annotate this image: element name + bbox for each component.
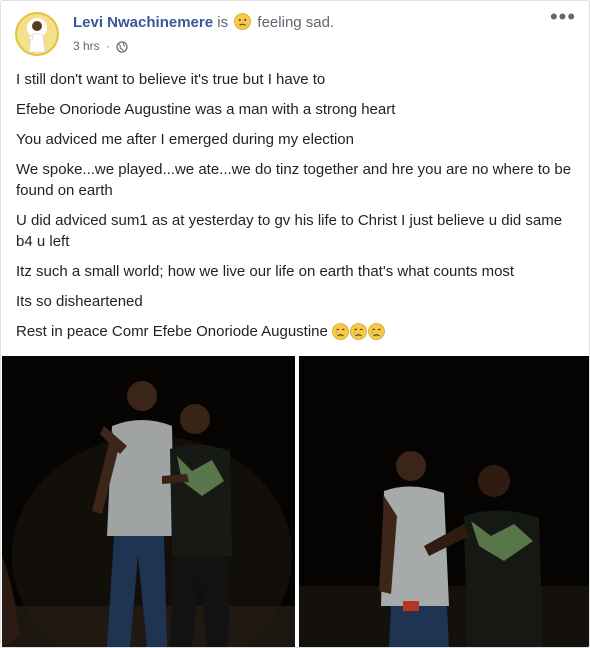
post-line: We spoke...we played...we ate...we do ti…: [16, 161, 572, 199]
crying-face-emoji-icon: [331, 323, 349, 340]
post-header: Levi Nwachinemere is feeling sad. 3 hrs …: [15, 6, 579, 60]
post-photos: [2, 356, 589, 647]
post-line: I still don't want to believe it's true …: [16, 71, 326, 88]
post-title-line: Levi Nwachinemere is feeling sad.: [73, 13, 334, 36]
feeling-text[interactable]: feeling sad.: [257, 14, 334, 31]
author-name[interactable]: Levi Nwachinemere: [73, 14, 213, 31]
post-body: I still don't want to believe it's true …: [16, 69, 577, 351]
crying-face-emoji-icon: [349, 323, 367, 340]
post-meta: 3 hrs ·: [73, 38, 128, 57]
crying-emojis: [331, 323, 385, 340]
post-card: Levi Nwachinemere is feeling sad. 3 hrs …: [0, 0, 590, 648]
more-options-icon[interactable]: •••: [549, 6, 577, 32]
avatar[interactable]: [15, 12, 59, 56]
post-line: Efebe Onoriode Augustine was a man with …: [16, 101, 396, 118]
photo-two-young-men-posing-night-1[interactable]: [2, 356, 295, 647]
post-line: U did adviced sum1 as at yesterday to gv…: [16, 212, 563, 250]
post-line-text: Rest in peace Comr Efebe Onoriode August…: [16, 323, 328, 340]
post-line: Itz such a small world; how we live our …: [16, 263, 515, 280]
globe-icon[interactable]: [116, 41, 128, 57]
post-line: You adviced me after I emerged during my…: [16, 131, 354, 148]
post-time[interactable]: 3 hrs: [73, 39, 100, 53]
post-line-last: Rest in peace Comr Efebe Onoriode August…: [16, 321, 577, 342]
is-word: is: [217, 14, 229, 31]
photo-two-young-men-talking-night-2[interactable]: [299, 356, 589, 647]
post-line: Its so disheartened: [16, 293, 143, 310]
meta-separator: ·: [106, 39, 111, 53]
crying-face-emoji-icon: [367, 323, 385, 340]
sad-face-emoji-icon: [234, 13, 252, 36]
